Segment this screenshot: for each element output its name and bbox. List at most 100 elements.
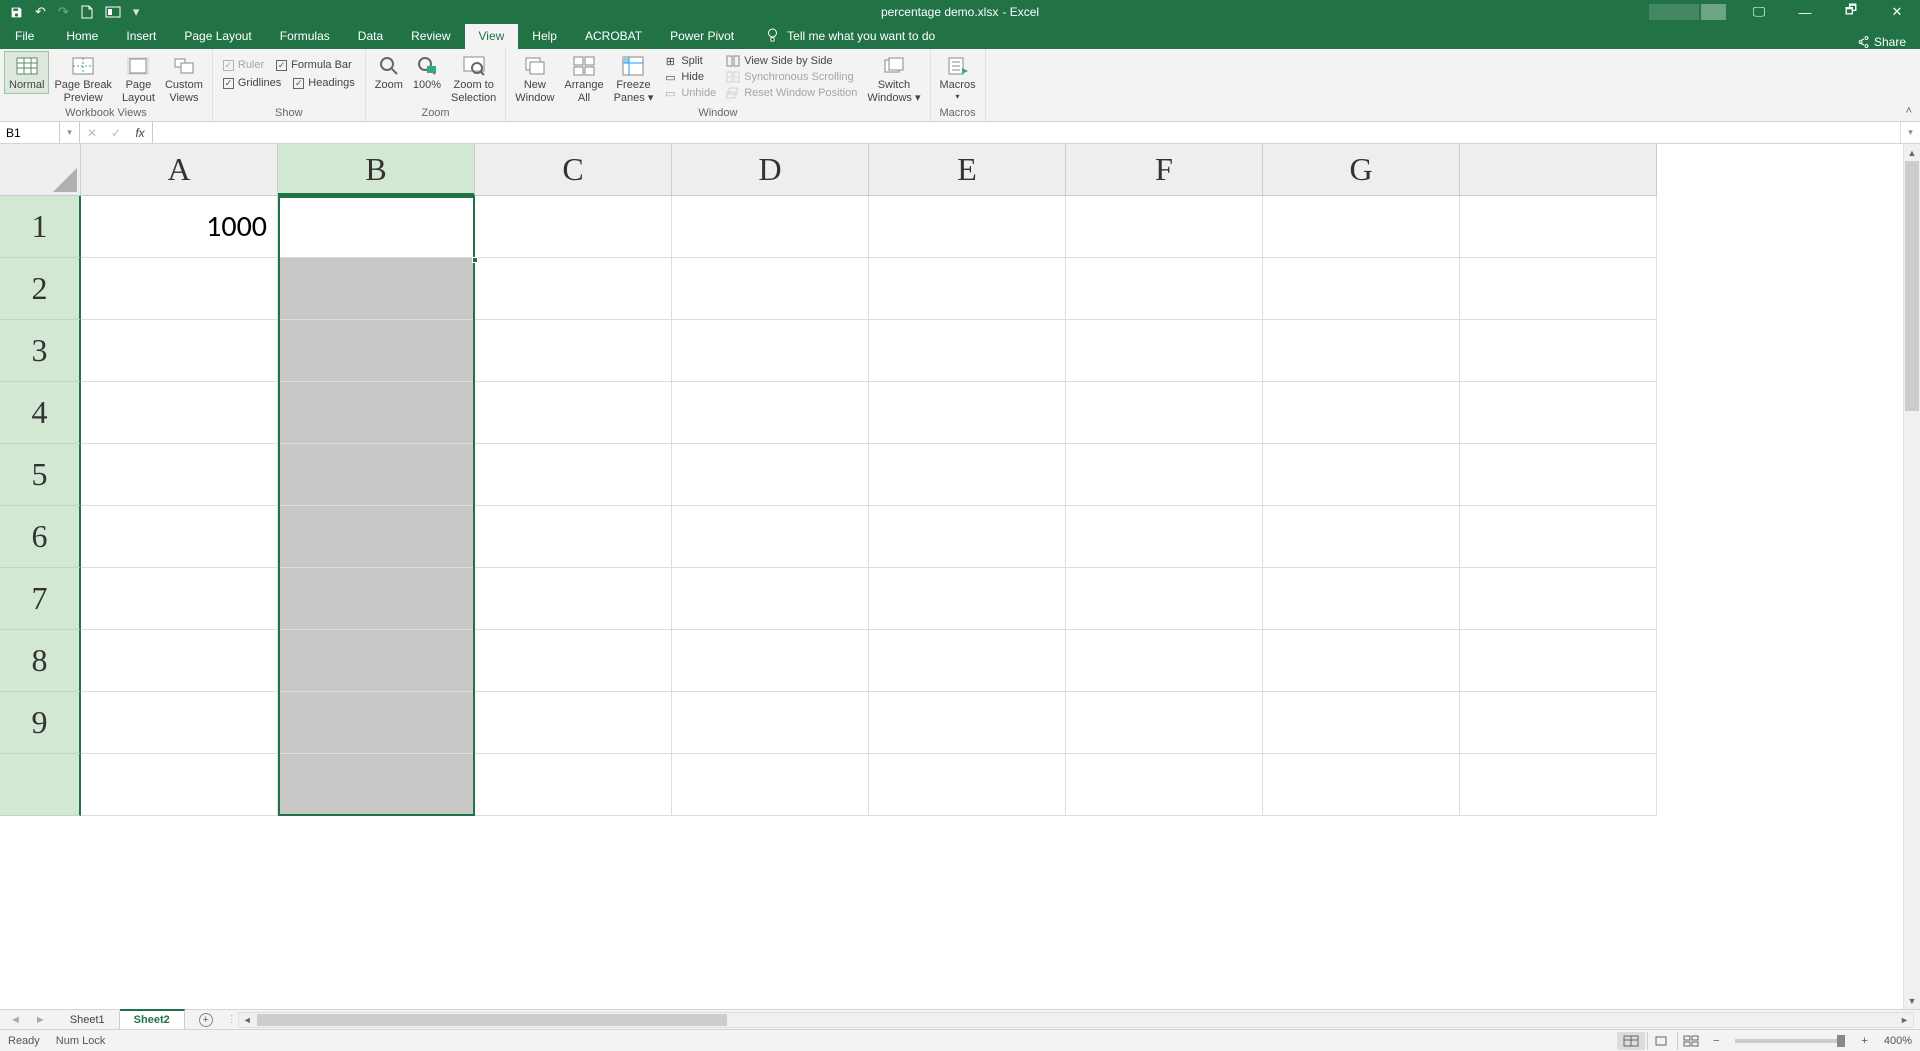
cell-E6[interactable] bbox=[869, 506, 1066, 568]
cell-E2[interactable] bbox=[869, 258, 1066, 320]
zoom-out-button[interactable]: − bbox=[1707, 1035, 1725, 1047]
scroll-down-button[interactable]: ▼ bbox=[1904, 992, 1920, 1009]
cell-G3[interactable] bbox=[1263, 320, 1460, 382]
row-header-7[interactable]: 7 bbox=[0, 568, 81, 630]
cell-D2[interactable] bbox=[672, 258, 869, 320]
normal-view-status-button[interactable] bbox=[1617, 1032, 1645, 1050]
cell-D9[interactable] bbox=[672, 692, 869, 754]
cell-D7[interactable] bbox=[672, 568, 869, 630]
vertical-scrollbar[interactable]: ▲ ▼ bbox=[1903, 144, 1920, 1009]
tab-split-handle[interactable]: ⋮ bbox=[227, 1014, 232, 1025]
cell-G5[interactable] bbox=[1263, 444, 1460, 506]
cell-G6[interactable] bbox=[1263, 506, 1460, 568]
row-header-5[interactable]: 5 bbox=[0, 444, 81, 506]
zoom-in-button[interactable]: + bbox=[1855, 1035, 1873, 1047]
sheet-nav-prev[interactable]: ◄ bbox=[10, 1014, 21, 1026]
tab-file[interactable]: File bbox=[0, 24, 52, 49]
cell-C4[interactable] bbox=[475, 382, 672, 444]
row-header-8[interactable]: 8 bbox=[0, 630, 81, 692]
split-button[interactable]: ⊞Split bbox=[658, 53, 721, 69]
page-layout-status-button[interactable] bbox=[1647, 1032, 1675, 1050]
cell-C3[interactable] bbox=[475, 320, 672, 382]
cell-B2[interactable] bbox=[278, 258, 475, 320]
cell-D3[interactable] bbox=[672, 320, 869, 382]
tab-formulas[interactable]: Formulas bbox=[266, 24, 344, 49]
cell-A8[interactable] bbox=[81, 630, 278, 692]
col-header-B[interactable]: B bbox=[278, 144, 475, 196]
page-layout-view-button[interactable]: Page Layout bbox=[117, 51, 160, 106]
cell-B9[interactable] bbox=[278, 692, 475, 754]
cell-E8[interactable] bbox=[869, 630, 1066, 692]
cell-C6[interactable] bbox=[475, 506, 672, 568]
col-header-E[interactable]: E bbox=[869, 144, 1066, 196]
ribbon-display-button[interactable]: 🖵 bbox=[1736, 0, 1782, 24]
cell-B4[interactable] bbox=[278, 382, 475, 444]
row-header-3[interactable]: 3 bbox=[0, 320, 81, 382]
row-header-6[interactable]: 6 bbox=[0, 506, 81, 568]
cell-B5[interactable] bbox=[278, 444, 475, 506]
cell-D4[interactable] bbox=[672, 382, 869, 444]
scroll-right-button[interactable]: ► bbox=[1896, 1015, 1913, 1025]
add-sheet-button[interactable]: + bbox=[185, 1010, 227, 1030]
zoom-slider[interactable] bbox=[1735, 1039, 1845, 1043]
new-window-button[interactable]: New Window bbox=[510, 51, 559, 106]
cell-B1[interactable] bbox=[278, 196, 475, 258]
row-header-9[interactable]: 9 bbox=[0, 692, 81, 754]
formula-input[interactable] bbox=[153, 122, 1900, 143]
cell-G4[interactable] bbox=[1263, 382, 1460, 444]
cell-C9[interactable] bbox=[475, 692, 672, 754]
cell-G2[interactable] bbox=[1263, 258, 1460, 320]
sheet-tab-sheet2[interactable]: Sheet2 bbox=[120, 1009, 185, 1029]
cell-D5[interactable] bbox=[672, 444, 869, 506]
cell-G9[interactable] bbox=[1263, 692, 1460, 754]
cell-A2[interactable] bbox=[81, 258, 278, 320]
cell-E7[interactable] bbox=[869, 568, 1066, 630]
qat-more-icon[interactable]: ▾ bbox=[133, 4, 140, 20]
cell-F7[interactable] bbox=[1066, 568, 1263, 630]
cell-A3[interactable] bbox=[81, 320, 278, 382]
minimize-button[interactable]: — bbox=[1782, 0, 1828, 24]
arrange-all-button[interactable]: Arrange All bbox=[559, 51, 608, 106]
cell-F8[interactable] bbox=[1066, 630, 1263, 692]
tab-page-layout[interactable]: Page Layout bbox=[170, 24, 265, 49]
scroll-up-button[interactable]: ▲ bbox=[1904, 144, 1920, 161]
cell-F2[interactable] bbox=[1066, 258, 1263, 320]
cell-C7[interactable] bbox=[475, 568, 672, 630]
col-header-D[interactable]: D bbox=[672, 144, 869, 196]
fill-handle[interactable] bbox=[472, 257, 478, 263]
cell-E3[interactable] bbox=[869, 320, 1066, 382]
zoom-slider-knob[interactable] bbox=[1837, 1035, 1845, 1047]
gridlines-checkbox[interactable]: ✓Gridlines bbox=[217, 75, 287, 91]
zoom-button[interactable]: Zoom bbox=[370, 51, 408, 94]
custom-views-button[interactable]: Custom Views bbox=[160, 51, 208, 106]
cell-B8[interactable] bbox=[278, 630, 475, 692]
normal-view-button[interactable]: Normal bbox=[4, 51, 49, 94]
zoom-100-button[interactable]: 100% bbox=[408, 51, 446, 94]
cell-F5[interactable] bbox=[1066, 444, 1263, 506]
col-header-G[interactable]: G bbox=[1263, 144, 1460, 196]
cell-G1[interactable] bbox=[1263, 196, 1460, 258]
freeze-panes-button[interactable]: Freeze Panes ▾ bbox=[609, 51, 659, 106]
formula-bar-checkbox[interactable]: ✓Formula Bar bbox=[270, 57, 358, 73]
col-header-C[interactable]: C bbox=[475, 144, 672, 196]
col-header-A[interactable]: A bbox=[81, 144, 278, 196]
cell-B7[interactable] bbox=[278, 568, 475, 630]
page-break-preview-button[interactable]: Page Break Preview bbox=[49, 51, 116, 106]
cell-A4[interactable] bbox=[81, 382, 278, 444]
cell-F3[interactable] bbox=[1066, 320, 1263, 382]
cell-C8[interactable] bbox=[475, 630, 672, 692]
scroll-left-button[interactable]: ◄ bbox=[239, 1015, 256, 1025]
cell-G8[interactable] bbox=[1263, 630, 1460, 692]
switch-windows-button[interactable]: Switch Windows ▾ bbox=[862, 51, 925, 106]
tab-help[interactable]: Help bbox=[518, 24, 571, 49]
cell-E4[interactable] bbox=[869, 382, 1066, 444]
close-button[interactable]: ✕ bbox=[1874, 0, 1920, 24]
cell-A9[interactable] bbox=[81, 692, 278, 754]
tell-me-search[interactable]: Tell me what you want to do bbox=[748, 23, 949, 49]
vertical-scroll-thumb[interactable] bbox=[1905, 161, 1919, 411]
select-all-triangle[interactable] bbox=[0, 144, 81, 196]
row-header-4[interactable]: 4 bbox=[0, 382, 81, 444]
hide-button[interactable]: ▭Hide bbox=[658, 69, 721, 85]
cell-D8[interactable] bbox=[672, 630, 869, 692]
macros-button[interactable]: Macros ▾ bbox=[935, 51, 981, 103]
